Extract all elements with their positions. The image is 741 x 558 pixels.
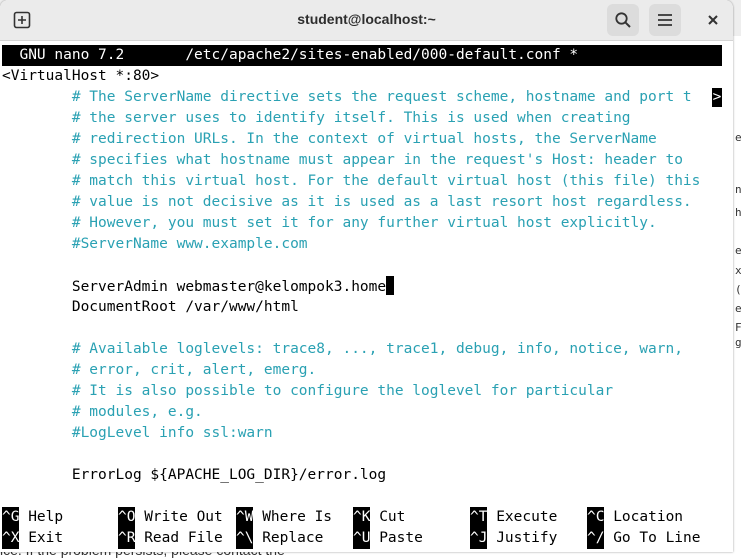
shortcut-key: ^G: [2, 507, 20, 528]
nano-editor[interactable]: GNU nano 7.2 /etc/apache2/sites-enabled/…: [2, 45, 722, 551]
shortcut-key: ^K: [353, 507, 371, 528]
editor-line[interactable]: # The ServerName directive sets the requ…: [2, 87, 692, 108]
editor-line[interactable]: ServerAdmin webmaster@kelompok3.home: [2, 276, 395, 297]
shortcut-key: ^/: [587, 528, 605, 549]
editor-line[interactable]: # error, crit, alert, emerg.: [2, 360, 316, 381]
close-button[interactable]: [697, 4, 729, 36]
editor-line[interactable]: # specifies what hostname must appear in…: [2, 150, 683, 171]
editor-line[interactable]: # redirection URLs. In the context of vi…: [2, 129, 657, 150]
shortcut-go-to-line: ^/ Go To Line: [587, 528, 701, 549]
editor-line[interactable]: # modules, e.g.: [2, 402, 203, 423]
background-char: e: [735, 244, 741, 257]
title-bar: student@localhost:~: [0, 0, 733, 41]
shortcut-help: ^G Help: [2, 507, 63, 528]
shortcut-key: ^O: [118, 507, 136, 528]
editor-line[interactable]: # the server uses to identify itself. Th…: [2, 108, 631, 129]
shortcut-label: Read File: [135, 530, 223, 546]
menu-button[interactable]: [649, 4, 681, 36]
editor-line[interactable]: #ServerName www.example.com: [2, 234, 308, 255]
background-char: n: [735, 183, 741, 196]
background-char: F: [735, 321, 741, 334]
shortcut-where-is: ^W Where Is: [236, 507, 332, 528]
search-button[interactable]: [607, 4, 639, 36]
background-char: (: [735, 283, 741, 296]
shortcut-cut: ^K Cut: [353, 507, 405, 528]
editor-line[interactable]: # Available loglevels: trace8, ..., trac…: [2, 339, 683, 360]
shortcut-key: ^T: [470, 507, 488, 528]
shortcut-label: Execute: [487, 509, 558, 525]
editor-line[interactable]: ErrorLog ${APACHE_LOG_DIR}/error.log: [2, 465, 386, 486]
line-overflow-indicator: >: [712, 88, 722, 107]
background-char: g: [735, 336, 741, 349]
shortcut-label: Write Out: [135, 509, 223, 525]
shortcut-execute: ^T Execute: [470, 507, 557, 528]
shortcut-write-out: ^O Write Out: [118, 507, 223, 528]
text-cursor: [386, 276, 395, 295]
editor-line[interactable]: <VirtualHost *:80>: [2, 66, 159, 87]
background-char: e: [735, 131, 741, 144]
hamburger-menu-icon: [658, 14, 672, 26]
shortcut-justify: ^J Justify: [470, 528, 557, 549]
editor-line[interactable]: # However, you must set it for any furth…: [2, 213, 657, 234]
shortcut-label: Cut: [370, 509, 406, 525]
background-char: e: [735, 302, 741, 315]
editor-line[interactable]: DocumentRoot /var/www/html: [2, 297, 299, 318]
shortcut-key: ^R: [118, 528, 136, 549]
background-char: h: [735, 206, 741, 219]
shortcut-label: Replace: [253, 530, 324, 546]
shortcut-key: ^C: [587, 507, 605, 528]
editor-line[interactable]: # value is not decisive as it is used as…: [2, 192, 692, 213]
shortcut-key: ^\: [236, 528, 254, 549]
editor-line[interactable]: #LogLevel info ssl:warn: [2, 423, 273, 444]
terminal-window: student@localhost:~ GNU nano 7.2 /etc/ap…: [0, 0, 733, 552]
shortcut-key: ^X: [2, 528, 20, 549]
shortcut-key: ^W: [236, 507, 254, 528]
shortcut-key: ^U: [353, 528, 371, 549]
background-window-edge: e n h e x(e Fg: [733, 36, 741, 558]
shortcut-read-file: ^R Read File: [118, 528, 223, 549]
background-char: x: [735, 264, 741, 277]
shortcut-label: Go To Line: [604, 530, 701, 546]
shortcut-label: Help: [19, 509, 64, 525]
shortcut-label: Paste: [370, 530, 423, 546]
shortcut-replace: ^\ Replace: [236, 528, 323, 549]
shortcut-location: ^C Location: [587, 507, 683, 528]
shortcut-label: Where Is: [253, 509, 333, 525]
shortcut-paste: ^U Paste: [353, 528, 423, 549]
shortcut-exit: ^X Exit: [2, 528, 63, 549]
search-icon: [615, 12, 631, 28]
shortcut-label: Exit: [19, 530, 64, 546]
nano-header: GNU nano 7.2 /etc/apache2/sites-enabled/…: [2, 45, 722, 66]
close-icon: [708, 15, 718, 25]
editor-line[interactable]: # match this virtual host. For the defau…: [2, 171, 701, 192]
shortcut-key: ^J: [470, 528, 488, 549]
shortcut-label: Location: [604, 509, 684, 525]
shortcut-label: Justify: [487, 530, 558, 546]
editor-line[interactable]: # It is also possible to configure the l…: [2, 381, 613, 402]
